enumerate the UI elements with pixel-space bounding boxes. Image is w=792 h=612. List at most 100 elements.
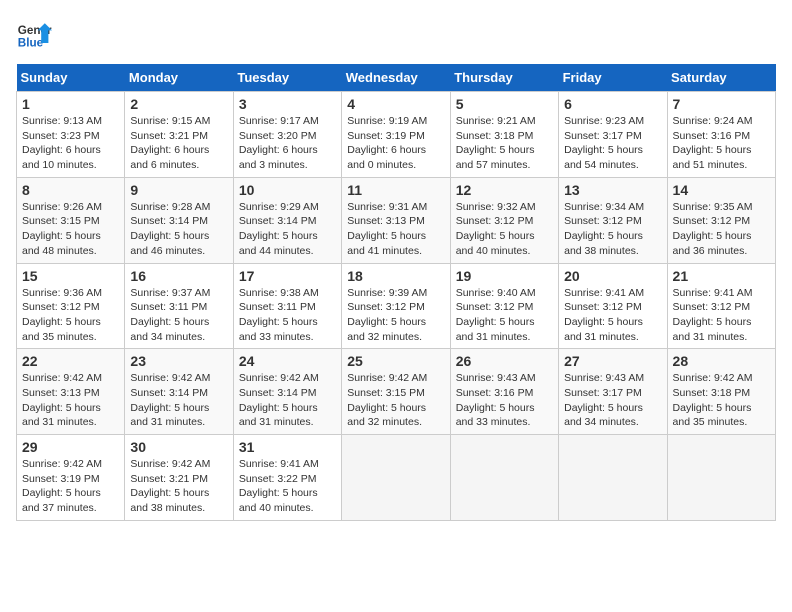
logo-icon: General Blue	[16, 16, 52, 52]
day-number: 19	[456, 268, 553, 284]
calendar-cell: 1Sunrise: 9:13 AM Sunset: 3:23 PM Daylig…	[17, 92, 125, 178]
day-number: 9	[130, 182, 227, 198]
day-info: Sunrise: 9:24 AM Sunset: 3:16 PM Dayligh…	[673, 114, 770, 173]
day-number: 7	[673, 96, 770, 112]
day-info: Sunrise: 9:41 AM Sunset: 3:12 PM Dayligh…	[673, 286, 770, 345]
day-info: Sunrise: 9:36 AM Sunset: 3:12 PM Dayligh…	[22, 286, 119, 345]
day-number: 2	[130, 96, 227, 112]
day-info: Sunrise: 9:17 AM Sunset: 3:20 PM Dayligh…	[239, 114, 336, 173]
day-number: 28	[673, 353, 770, 369]
day-info: Sunrise: 9:28 AM Sunset: 3:14 PM Dayligh…	[130, 200, 227, 259]
calendar-cell: 17 Sunrise: 9:38 AM Sunset: 3:11 PM Dayli…	[233, 263, 341, 349]
day-info: Sunrise: 9:19 AM Sunset: 3:19 PM Dayligh…	[347, 114, 444, 173]
calendar-cell: 5 Sunrise: 9:21 AM Sunset: 3:18 PM Daylig…	[450, 92, 558, 178]
day-number: 18	[347, 268, 444, 284]
header: General Blue	[16, 16, 776, 52]
calendar-cell: 26Sunrise: 9:43 AM Sunset: 3:16 PM Dayli…	[450, 349, 558, 435]
calendar-cell: 12 Sunrise: 9:32 AM Sunset: 3:12 PM Dayli…	[450, 177, 558, 263]
day-info: Sunrise: 9:42 AM Sunset: 3:18 PM Dayligh…	[673, 371, 770, 430]
calendar-week-5: 29Sunrise: 9:42 AM Sunset: 3:19 PM Dayli…	[17, 435, 776, 521]
calendar-cell: 24Sunrise: 9:42 AM Sunset: 3:14 PM Dayli…	[233, 349, 341, 435]
calendar-cell: 14 Sunrise: 9:35 AM Sunset: 3:12 PM Dayli…	[667, 177, 775, 263]
day-info: Sunrise: 9:42 AM Sunset: 3:15 PM Dayligh…	[347, 371, 444, 430]
calendar-cell: 15 Sunrise: 9:36 AM Sunset: 3:12 PM Dayli…	[17, 263, 125, 349]
day-info: Sunrise: 9:35 AM Sunset: 3:12 PM Dayligh…	[673, 200, 770, 259]
day-info: Sunrise: 9:42 AM Sunset: 3:13 PM Dayligh…	[22, 371, 119, 430]
day-number: 27	[564, 353, 661, 369]
day-header-tuesday: Tuesday	[233, 64, 341, 92]
svg-text:Blue: Blue	[18, 37, 44, 50]
day-info: Sunrise: 9:42 AM Sunset: 3:21 PM Dayligh…	[130, 457, 227, 516]
calendar-cell: 31Sunrise: 9:41 AM Sunset: 3:22 PM Dayli…	[233, 435, 341, 521]
day-number: 16	[130, 268, 227, 284]
day-number: 14	[673, 182, 770, 198]
day-info: Sunrise: 9:21 AM Sunset: 3:18 PM Dayligh…	[456, 114, 553, 173]
day-number: 11	[347, 182, 444, 198]
day-number: 6	[564, 96, 661, 112]
calendar-week-2: 8 Sunrise: 9:26 AM Sunset: 3:15 PM Daylig…	[17, 177, 776, 263]
calendar-cell	[559, 435, 667, 521]
day-number: 8	[22, 182, 119, 198]
calendar-cell: 11 Sunrise: 9:31 AM Sunset: 3:13 PM Dayli…	[342, 177, 450, 263]
logo: General Blue	[16, 16, 52, 52]
day-info: Sunrise: 9:43 AM Sunset: 3:17 PM Dayligh…	[564, 371, 661, 430]
day-info: Sunrise: 9:37 AM Sunset: 3:11 PM Dayligh…	[130, 286, 227, 345]
day-info: Sunrise: 9:31 AM Sunset: 3:13 PM Dayligh…	[347, 200, 444, 259]
calendar-week-4: 22 Sunrise: 9:42 AM Sunset: 3:13 PM Dayli…	[17, 349, 776, 435]
calendar-cell: 4 Sunrise: 9:19 AM Sunset: 3:19 PM Daylig…	[342, 92, 450, 178]
day-number: 15	[22, 268, 119, 284]
day-info: Sunrise: 9:13 AM Sunset: 3:23 PM Dayligh…	[22, 114, 119, 173]
day-number: 10	[239, 182, 336, 198]
day-info: Sunrise: 9:32 AM Sunset: 3:12 PM Dayligh…	[456, 200, 553, 259]
day-header-monday: Monday	[125, 64, 233, 92]
calendar-cell: 8 Sunrise: 9:26 AM Sunset: 3:15 PM Daylig…	[17, 177, 125, 263]
day-number: 25	[347, 353, 444, 369]
calendar-cell: 30 Sunrise: 9:42 AM Sunset: 3:21 PM Dayli…	[125, 435, 233, 521]
calendar-cell: 6 Sunrise: 9:23 AM Sunset: 3:17 PM Daylig…	[559, 92, 667, 178]
calendar-cell: 18Sunrise: 9:39 AM Sunset: 3:12 PM Dayli…	[342, 263, 450, 349]
day-number: 23	[130, 353, 227, 369]
day-info: Sunrise: 9:41 AM Sunset: 3:12 PM Dayligh…	[564, 286, 661, 345]
day-number: 21	[673, 268, 770, 284]
day-number: 17	[239, 268, 336, 284]
day-number: 4	[347, 96, 444, 112]
day-info: Sunrise: 9:41 AM Sunset: 3:22 PM Dayligh…	[239, 457, 336, 516]
day-info: Sunrise: 9:42 AM Sunset: 3:14 PM Dayligh…	[130, 371, 227, 430]
day-header-thursday: Thursday	[450, 64, 558, 92]
day-info: Sunrise: 9:23 AM Sunset: 3:17 PM Dayligh…	[564, 114, 661, 173]
day-number: 22	[22, 353, 119, 369]
day-number: 3	[239, 96, 336, 112]
day-header-friday: Friday	[559, 64, 667, 92]
day-number: 24	[239, 353, 336, 369]
day-number: 12	[456, 182, 553, 198]
day-info: Sunrise: 9:15 AM Sunset: 3:21 PM Dayligh…	[130, 114, 227, 173]
calendar-cell: 21 Sunrise: 9:41 AM Sunset: 3:12 PM Dayli…	[667, 263, 775, 349]
calendar-cell: 19Sunrise: 9:40 AM Sunset: 3:12 PM Dayli…	[450, 263, 558, 349]
calendar-cell: 9 Sunrise: 9:28 AM Sunset: 3:14 PM Daylig…	[125, 177, 233, 263]
calendar-cell: 28 Sunrise: 9:42 AM Sunset: 3:18 PM Dayli…	[667, 349, 775, 435]
calendar-cell	[667, 435, 775, 521]
calendar-header-row: SundayMondayTuesdayWednesdayThursdayFrid…	[17, 64, 776, 92]
calendar-cell: 10 Sunrise: 9:29 AM Sunset: 3:14 PM Dayli…	[233, 177, 341, 263]
day-number: 30	[130, 439, 227, 455]
calendar-cell: 23 Sunrise: 9:42 AM Sunset: 3:14 PM Dayli…	[125, 349, 233, 435]
calendar-cell: 22 Sunrise: 9:42 AM Sunset: 3:13 PM Dayli…	[17, 349, 125, 435]
day-header-saturday: Saturday	[667, 64, 775, 92]
calendar-cell	[450, 435, 558, 521]
calendar-cell: 7 Sunrise: 9:24 AM Sunset: 3:16 PM Daylig…	[667, 92, 775, 178]
calendar-cell: 20Sunrise: 9:41 AM Sunset: 3:12 PM Dayli…	[559, 263, 667, 349]
day-number: 5	[456, 96, 553, 112]
day-number: 13	[564, 182, 661, 198]
calendar-cell	[342, 435, 450, 521]
day-info: Sunrise: 9:38 AM Sunset: 3:11 PM Dayligh…	[239, 286, 336, 345]
day-info: Sunrise: 9:42 AM Sunset: 3:19 PM Dayligh…	[22, 457, 119, 516]
day-info: Sunrise: 9:29 AM Sunset: 3:14 PM Dayligh…	[239, 200, 336, 259]
calendar-week-1: 1Sunrise: 9:13 AM Sunset: 3:23 PM Daylig…	[17, 92, 776, 178]
day-info: Sunrise: 9:43 AM Sunset: 3:16 PM Dayligh…	[456, 371, 553, 430]
calendar-cell: 3 Sunrise: 9:17 AM Sunset: 3:20 PM Daylig…	[233, 92, 341, 178]
calendar-cell: 13Sunrise: 9:34 AM Sunset: 3:12 PM Dayli…	[559, 177, 667, 263]
calendar-table: SundayMondayTuesdayWednesdayThursdayFrid…	[16, 64, 776, 521]
calendar-cell: 16 Sunrise: 9:37 AM Sunset: 3:11 PM Dayli…	[125, 263, 233, 349]
calendar-cell: 25 Sunrise: 9:42 AM Sunset: 3:15 PM Dayli…	[342, 349, 450, 435]
day-info: Sunrise: 9:26 AM Sunset: 3:15 PM Dayligh…	[22, 200, 119, 259]
